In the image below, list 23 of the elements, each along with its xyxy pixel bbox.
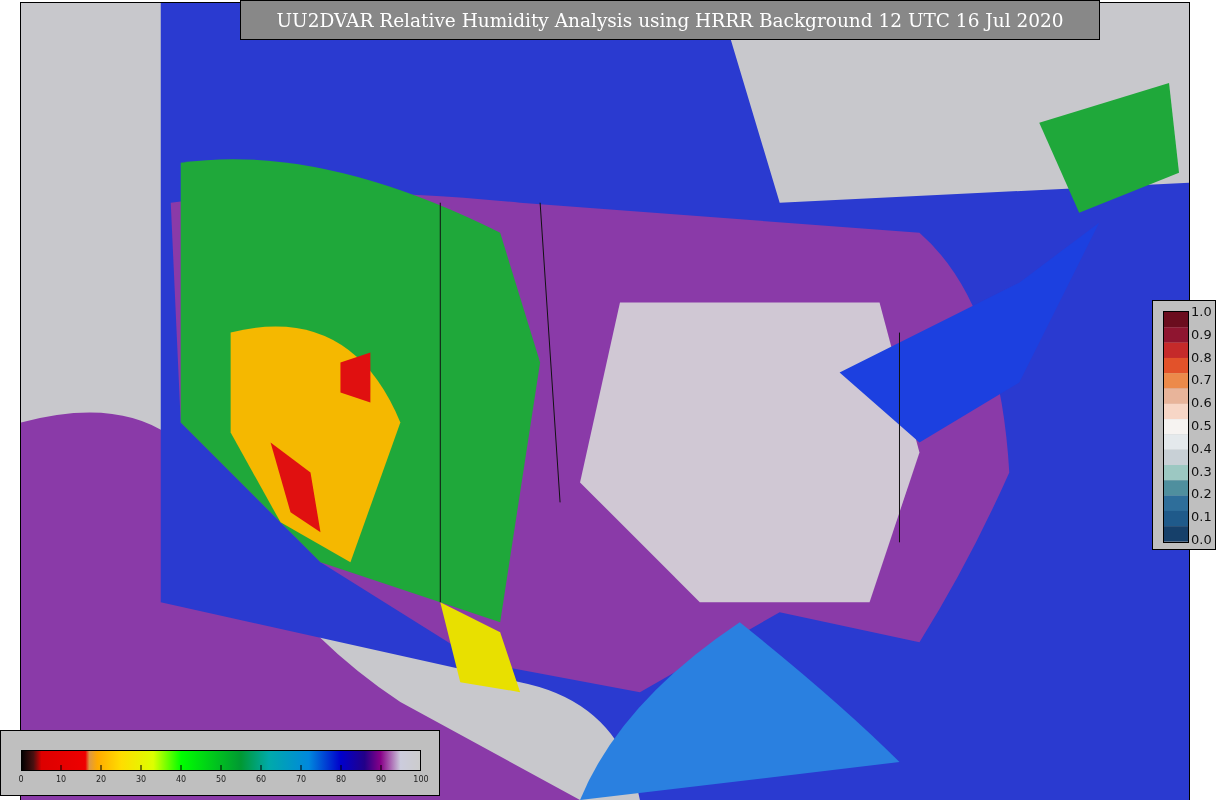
tick-label: 50 <box>214 775 228 784</box>
tick-label: 0.8 <box>1191 349 1212 366</box>
tick-label: 0.1 <box>1191 509 1212 526</box>
tick-label: 0.7 <box>1191 372 1212 389</box>
tick-label: 90 <box>374 775 388 784</box>
tick-label: 100 <box>413 775 429 784</box>
tick-label: 20 <box>94 775 108 784</box>
tick-label: 0.5 <box>1191 418 1212 434</box>
tick-label: 40 <box>174 775 188 784</box>
tick-label: 30 <box>134 775 148 784</box>
tick-label: 0.4 <box>1191 440 1212 457</box>
map-title: UU2DVAR Relative Humidity Analysis using HRRR Background 12 UTC 16 Jul 2020 <box>240 0 1100 40</box>
tick-label: 0.2 <box>1191 486 1212 503</box>
tick-label: 0 <box>17 775 25 784</box>
tick-label: 0.9 <box>1191 326 1212 343</box>
tick-label: 10 <box>54 775 68 784</box>
tick-label: 60 <box>254 775 268 784</box>
tick-label: 70 <box>294 775 308 784</box>
tick-label: 1.0 <box>1191 304 1212 320</box>
tick-label: 80 <box>334 775 348 784</box>
tick-label: 0.3 <box>1191 463 1212 480</box>
tick-label: 0.6 <box>1191 395 1212 412</box>
tick-label: 0.0 <box>1191 531 1212 548</box>
